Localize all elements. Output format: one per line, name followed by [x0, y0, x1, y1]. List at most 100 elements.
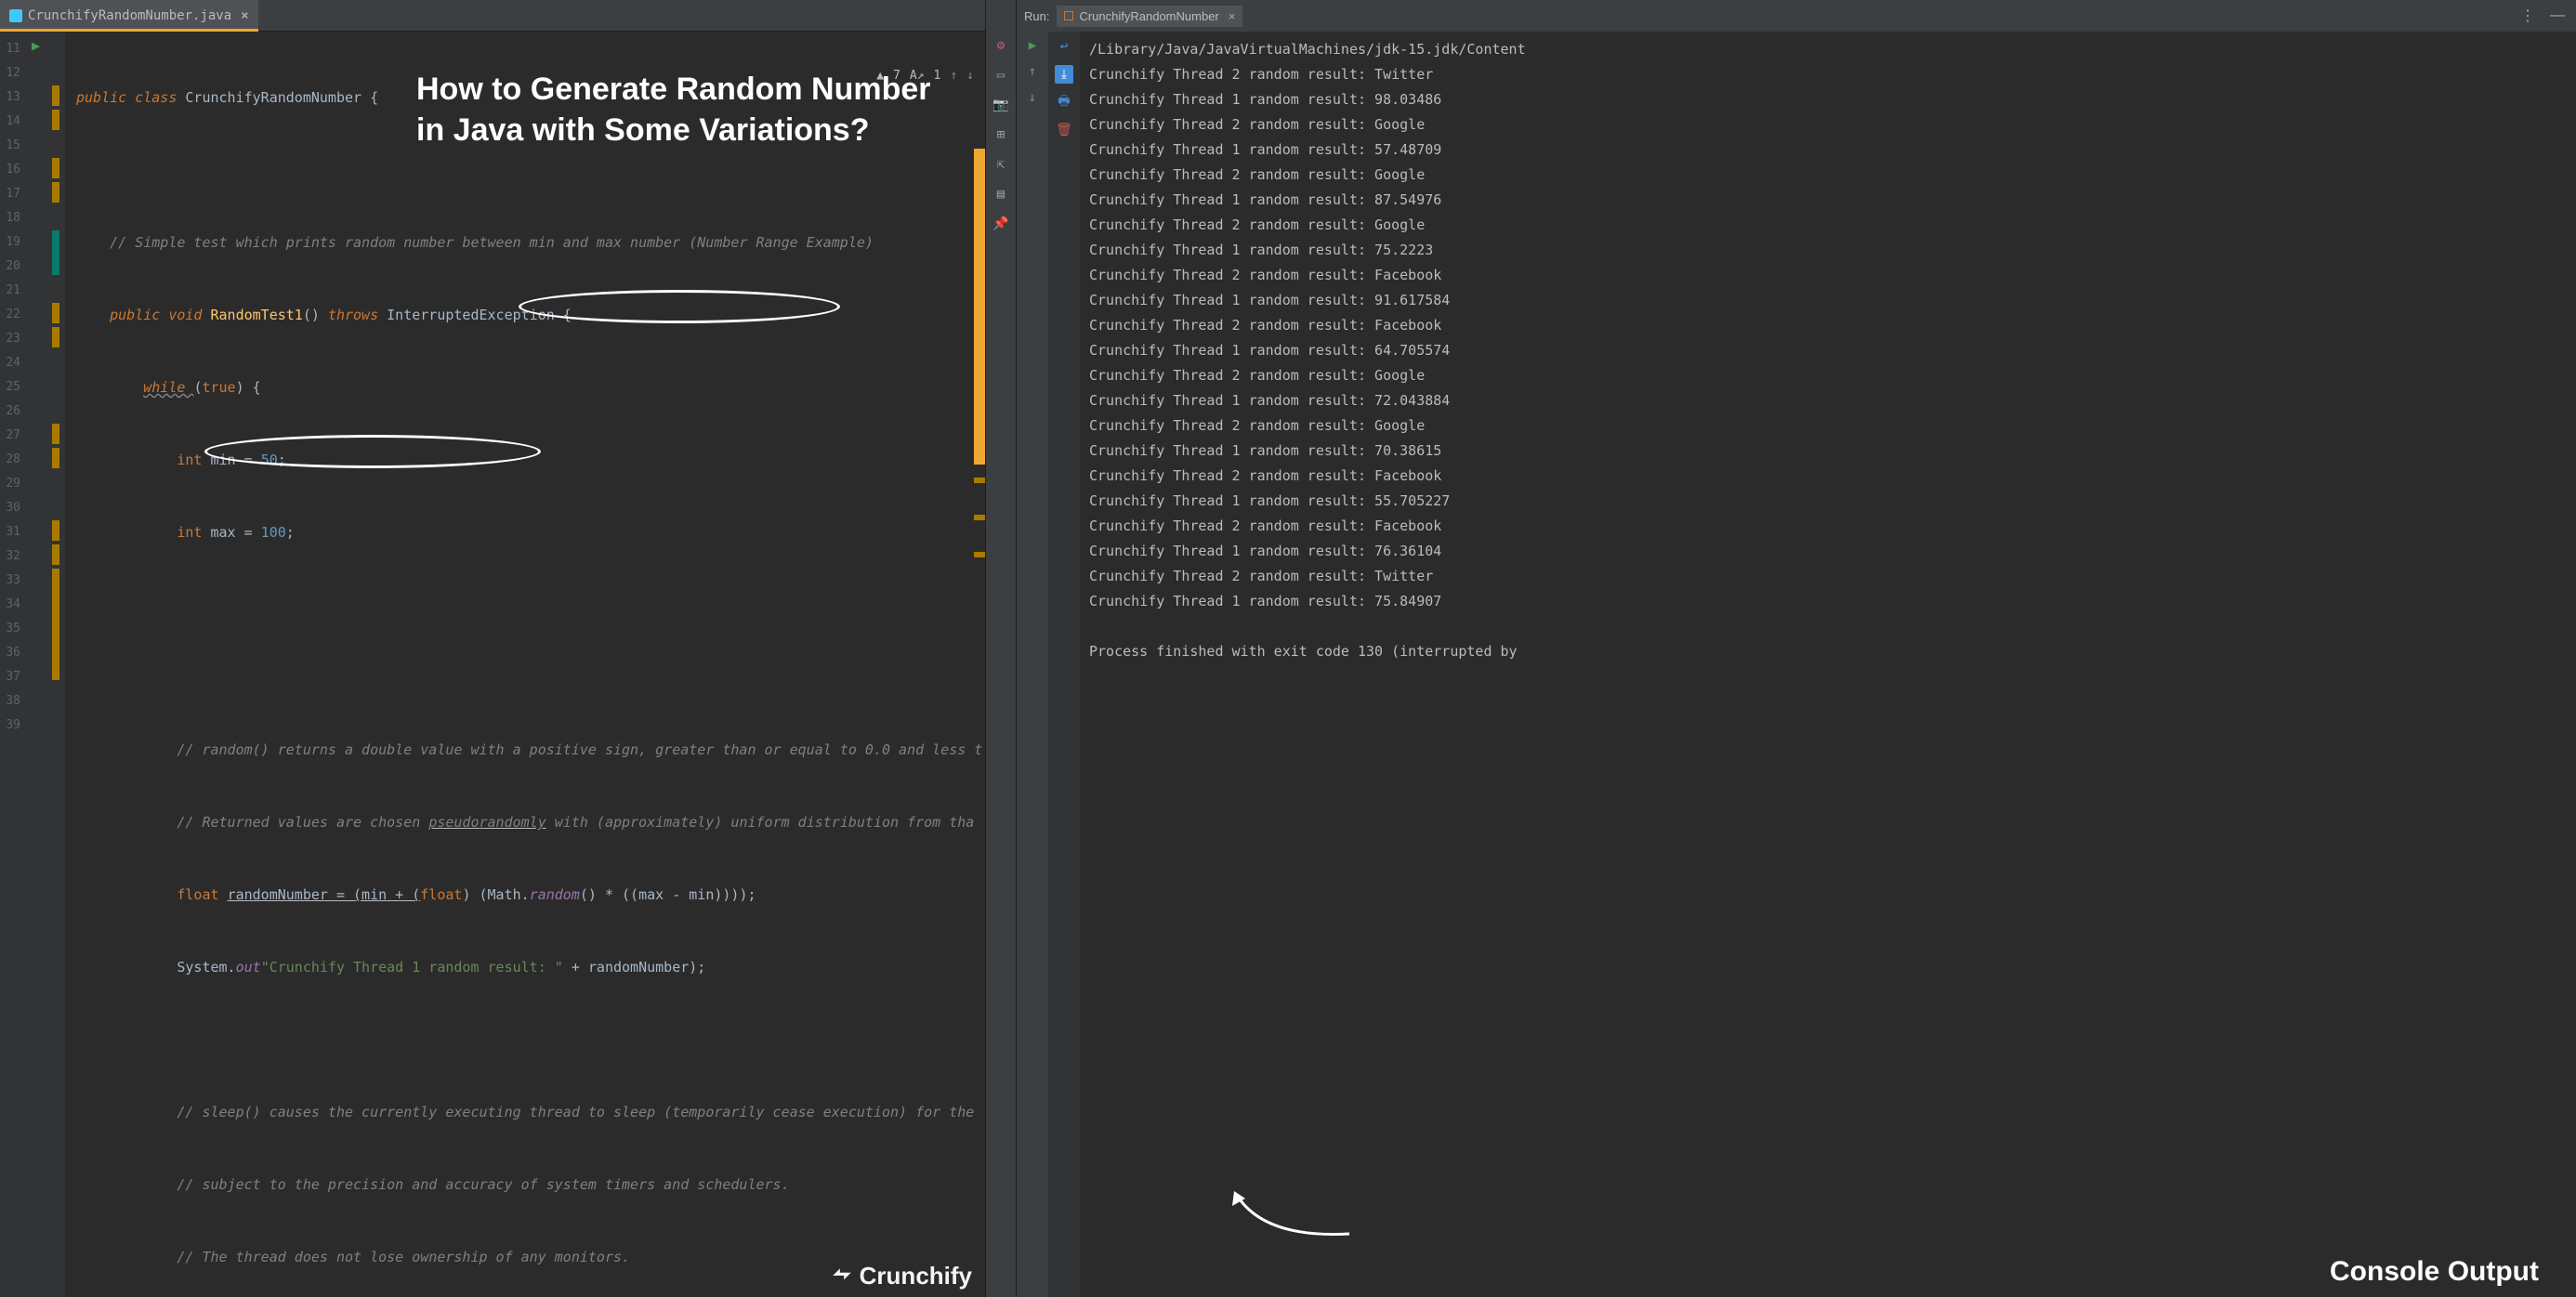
line-number: 38: [0, 689, 20, 714]
error-stripe-mark[interactable]: [974, 478, 985, 483]
console-line: Crunchify Thread 2 random result: Google: [1089, 112, 2567, 138]
line-number: 25: [0, 375, 20, 400]
line-number: 33: [0, 569, 20, 593]
run-gutter: ▶: [26, 32, 52, 1297]
console-line: Crunchify Thread 2 random result: Facebo…: [1089, 313, 2567, 338]
down-arrow-icon[interactable]: ↓: [966, 69, 974, 83]
tab-close-icon[interactable]: ×: [237, 8, 248, 23]
code-area[interactable]: public class CrunchifyRandomNumber { // …: [65, 32, 985, 1297]
error-stripe[interactable]: [974, 149, 985, 465]
up-stack-icon[interactable]: ↑: [1024, 63, 1041, 80]
console-line: Crunchify Thread 2 random result: Google: [1089, 163, 2567, 188]
console-line: Crunchify Thread 2 random result: Facebo…: [1089, 263, 2567, 288]
error-stripe-mark[interactable]: [974, 552, 985, 557]
console-annotation-label: Console Output: [2330, 1259, 2539, 1284]
line-number: 12: [0, 61, 20, 85]
change-marker: [52, 327, 59, 347]
console-line: Crunchify Thread 2 random result: Google: [1089, 413, 2567, 439]
settings-icon[interactable]: ⚙: [992, 37, 1009, 54]
console-line: Crunchify Thread 2 random result: Twitte…: [1089, 62, 2567, 87]
pin-icon[interactable]: 📌: [992, 216, 1009, 232]
java-file-icon: [9, 9, 22, 22]
line-number: 20: [0, 255, 20, 279]
change-marker: [52, 448, 59, 468]
console-line: Crunchify Thread 1 random result: 57.487…: [1089, 138, 2567, 163]
console-output-controls: ↩ ⤓ 🖶 🗑: [1048, 32, 1080, 1297]
export-icon[interactable]: ⇱: [992, 156, 1009, 173]
change-marker: [52, 544, 59, 565]
app-root: CrunchifyRandomNumber.java × 11121314151…: [0, 0, 2576, 1297]
more-icon[interactable]: ⋮: [2517, 7, 2539, 25]
editor-tab[interactable]: CrunchifyRandomNumber.java ×: [0, 0, 258, 31]
line-number: 35: [0, 617, 20, 641]
console-line: Crunchify Thread 1 random result: 87.549…: [1089, 188, 2567, 213]
run-label: Run:: [1024, 9, 1049, 23]
editor-body: 1112131415161718192021222324252627282930…: [0, 32, 985, 1297]
editor-pane: CrunchifyRandomNumber.java × 11121314151…: [0, 0, 985, 1297]
run-tool-strip: ⚙ ▭ 📷 ⊞ ⇱ ▤ 📌: [985, 0, 1017, 1297]
warning-count: 7: [893, 69, 900, 83]
tab-filename: CrunchifyRandomNumber.java: [28, 8, 231, 23]
line-number: 32: [0, 544, 20, 569]
line-number: 37: [0, 665, 20, 689]
console-path: /Library/Java/JavaVirtualMachines/jdk-15…: [1089, 37, 2567, 62]
stop-icon[interactable]: ▭: [992, 67, 1009, 84]
change-marker: [52, 569, 59, 680]
change-marker: [52, 158, 59, 178]
inspection-widget[interactable]: ▲7 A↗1 ↑ ↓: [876, 69, 974, 83]
console-line: Crunchify Thread 2 random result: Google: [1089, 213, 2567, 238]
line-number: 18: [0, 206, 20, 230]
rerun-icon[interactable]: ▶: [1024, 37, 1041, 54]
scroll-to-end-icon[interactable]: ⤓: [1055, 65, 1073, 84]
up-arrow-icon[interactable]: ↑: [950, 69, 957, 83]
console-line: Crunchify Thread 1 random result: 75.222…: [1089, 238, 2567, 263]
cpu-icon[interactable]: ⊞: [992, 126, 1009, 143]
line-number: 28: [0, 448, 20, 472]
line-number: 23: [0, 327, 20, 351]
console-header: Run: CrunchifyRandomNumber × ⋮ —: [1017, 0, 2576, 32]
line-number: 29: [0, 472, 20, 496]
line-number: 14: [0, 110, 20, 134]
editor-tab-bar: CrunchifyRandomNumber.java ×: [0, 0, 985, 32]
change-marker: [52, 424, 59, 444]
line-number-gutter: 1112131415161718192021222324252627282930…: [0, 32, 26, 1297]
camera-icon[interactable]: 📷: [992, 97, 1009, 113]
minimize-icon[interactable]: —: [2546, 7, 2569, 24]
console-line: Crunchify Thread 1 random result: 76.361…: [1089, 539, 2567, 564]
line-number: 19: [0, 230, 20, 255]
line-number: 26: [0, 400, 20, 424]
run-config-tab[interactable]: CrunchifyRandomNumber ×: [1057, 6, 1242, 27]
change-marker: [52, 182, 59, 203]
console-line: Crunchify Thread 1 random result: 75.849…: [1089, 589, 2567, 614]
line-number: 36: [0, 641, 20, 665]
console-exit-line: Process finished with exit code 130 (int…: [1089, 639, 2567, 664]
run-config-close-icon[interactable]: ×: [1225, 9, 1236, 23]
console-pane: Run: CrunchifyRandomNumber × ⋮ — ▶ ↑ ↓ ↩…: [1017, 0, 2576, 1297]
soft-wrap-icon[interactable]: ↩: [1055, 37, 1073, 56]
run-config-icon: [1064, 11, 1073, 20]
print-icon[interactable]: 🖶: [1055, 93, 1073, 111]
console-line: Crunchify Thread 2 random result: Google: [1089, 363, 2567, 388]
warning-icon: ▲: [876, 69, 884, 83]
line-number: 22: [0, 303, 20, 327]
error-stripe-mark[interactable]: [974, 515, 985, 520]
clear-all-icon[interactable]: 🗑: [1055, 121, 1073, 139]
change-marker: [52, 110, 59, 130]
console-line: Crunchify Thread 1 random result: 70.386…: [1089, 439, 2567, 464]
run-line-icon[interactable]: ▶: [32, 37, 40, 54]
console-line: Crunchify Thread 2 random result: Twitte…: [1089, 564, 2567, 589]
down-stack-icon[interactable]: ↓: [1024, 89, 1041, 106]
console-body: ▶ ↑ ↓ ↩ ⤓ 🖶 🗑 /Library/Java/JavaVirtualM…: [1017, 32, 2576, 1297]
console-line: Crunchify Thread 1 random result: 98.034…: [1089, 87, 2567, 112]
console-line: Crunchify Thread 2 random result: Facebo…: [1089, 464, 2567, 489]
layout-icon[interactable]: ▤: [992, 186, 1009, 203]
run-config-name: CrunchifyRandomNumber: [1079, 9, 1218, 23]
line-number: 31: [0, 520, 20, 544]
console-line: Crunchify Thread 1 random result: 64.705…: [1089, 338, 2567, 363]
line-number: 15: [0, 134, 20, 158]
typo-icon: A↗: [910, 69, 925, 83]
console-output[interactable]: /Library/Java/JavaVirtualMachines/jdk-15…: [1080, 32, 2576, 1297]
line-number: 39: [0, 714, 20, 738]
line-number: 30: [0, 496, 20, 520]
line-number: 13: [0, 85, 20, 110]
